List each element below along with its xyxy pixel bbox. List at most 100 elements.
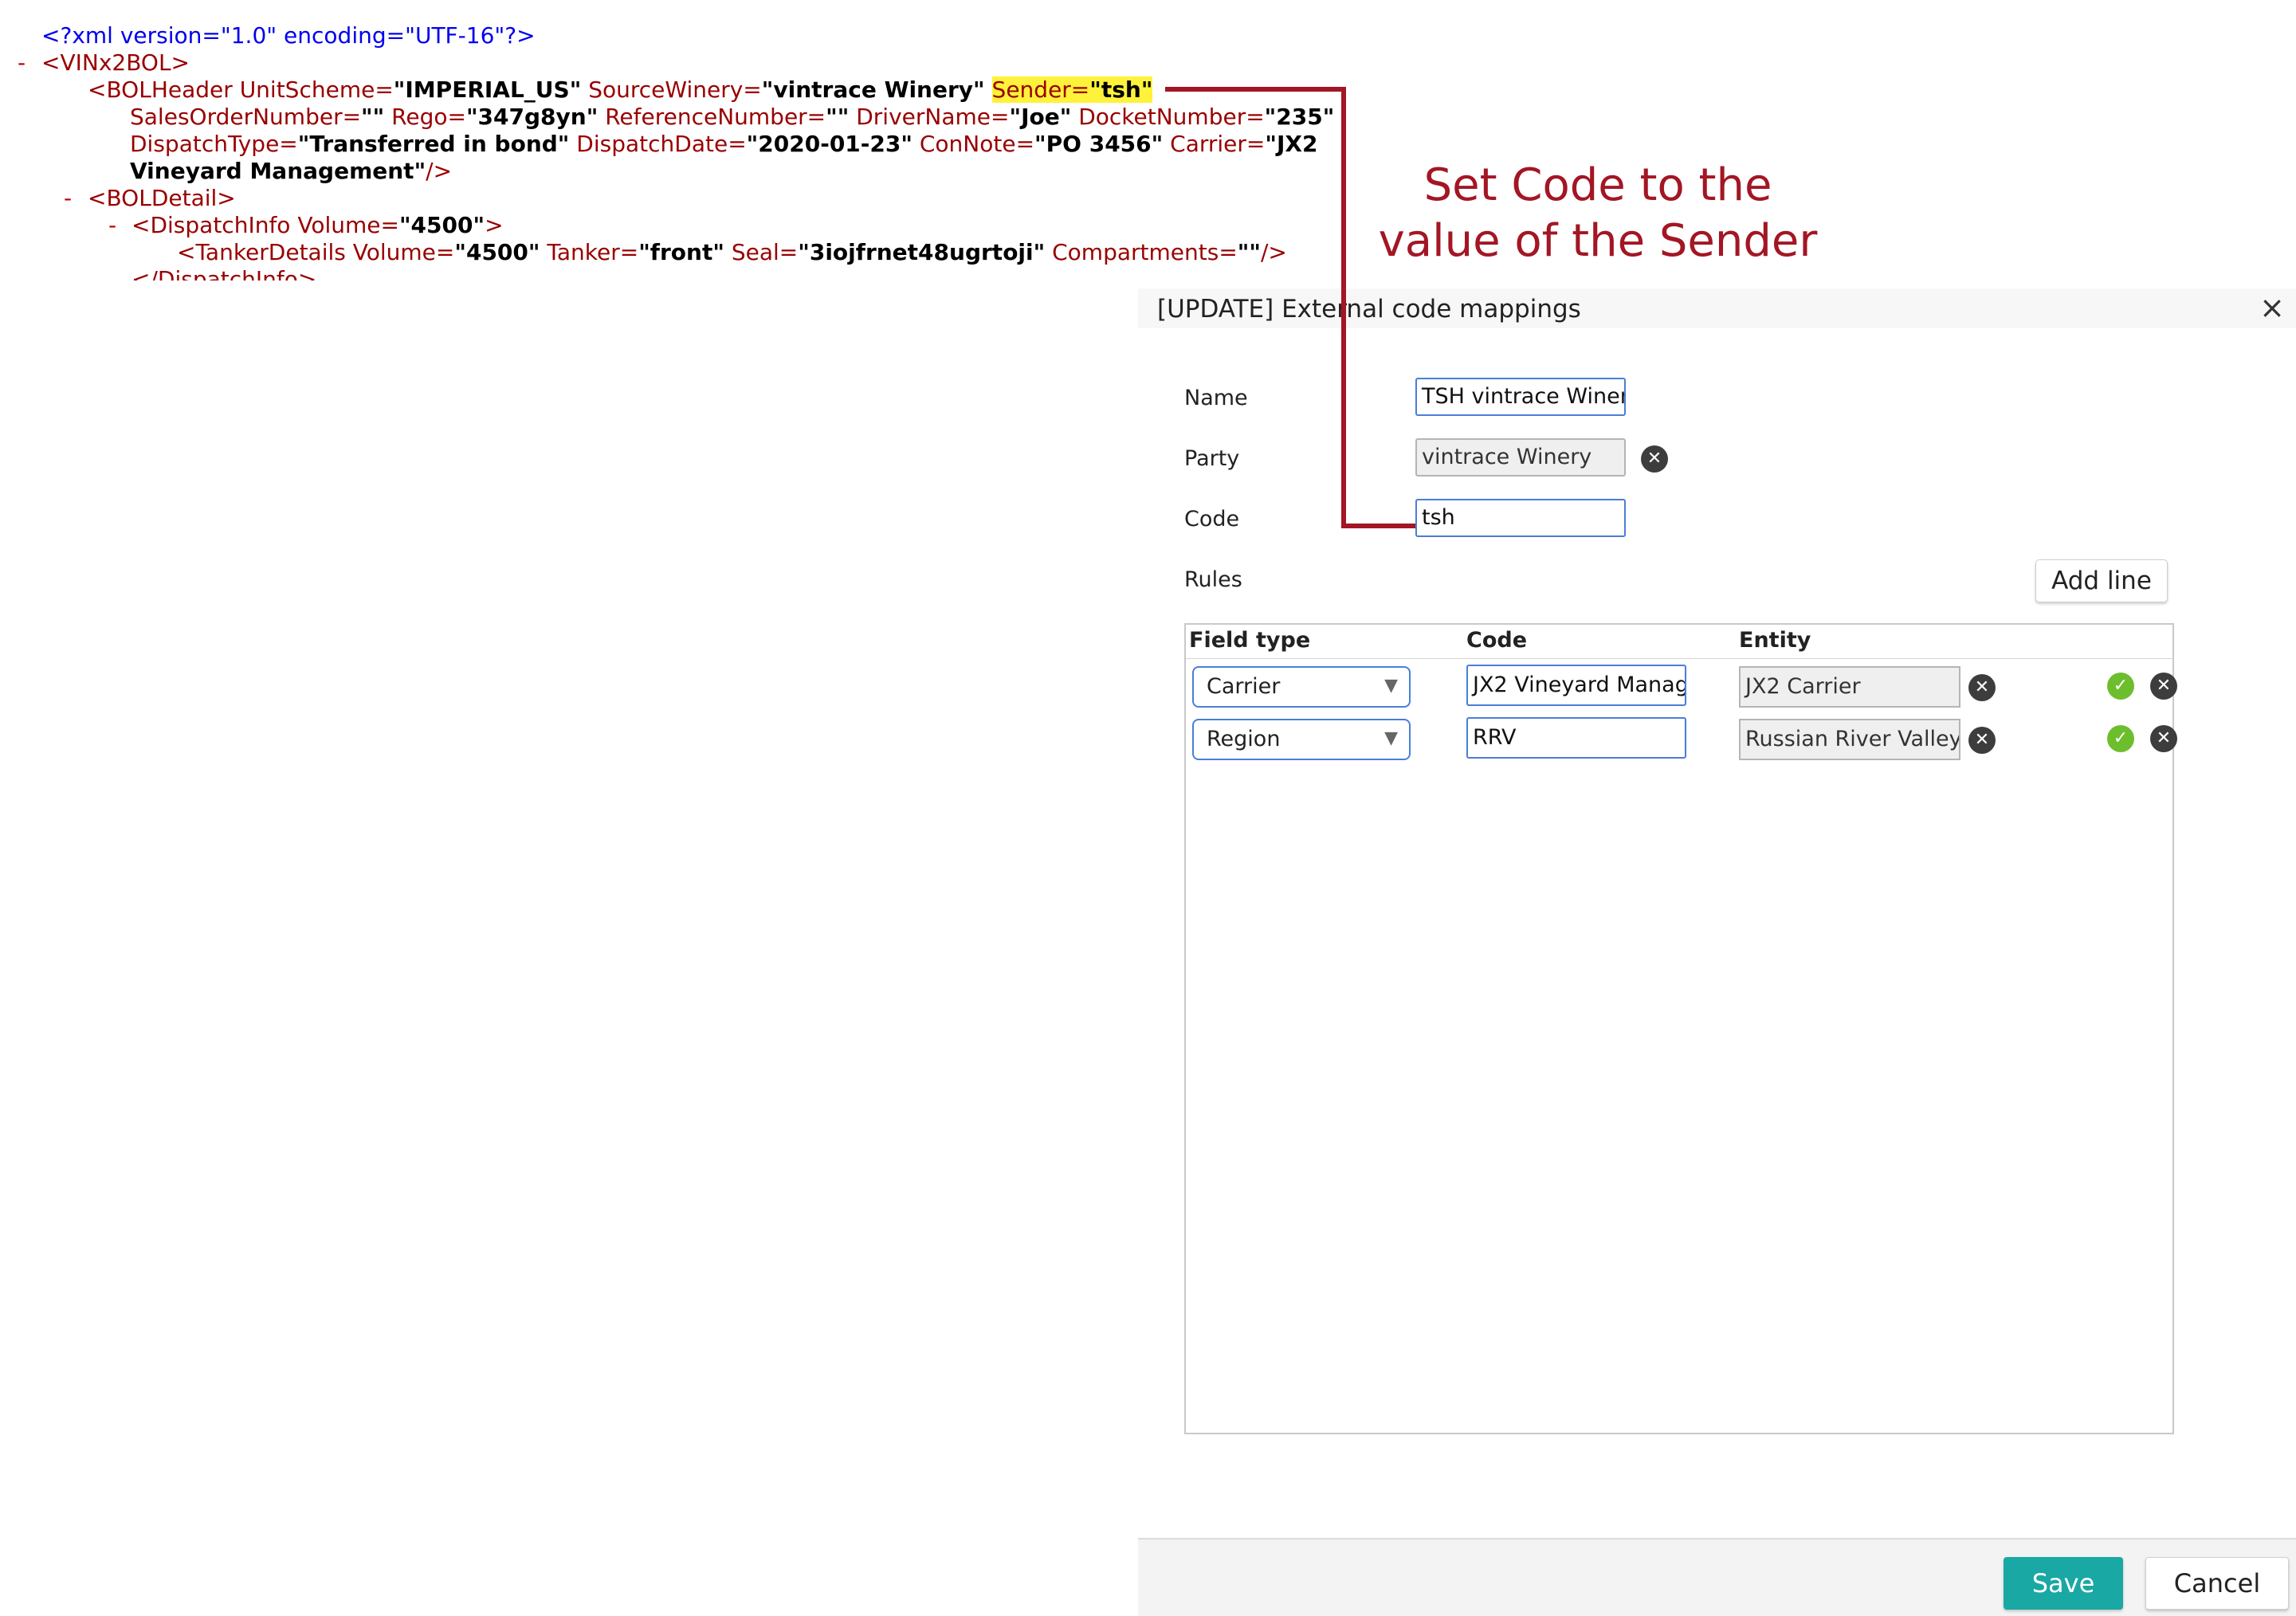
name-label: Name	[1184, 386, 1248, 410]
tankerdetails-tag: <TankerDetails	[177, 239, 346, 265]
val-tanker-volume: 4500	[465, 239, 528, 265]
xml-source-panel: <?xml version="1.0" encoding="UTF-16"?> …	[0, 0, 1355, 280]
xml-bolheader-line-3: DispatchType="Transferred in bond" Dispa…	[130, 131, 1317, 158]
quote: "	[712, 239, 724, 265]
quote: "	[798, 239, 810, 265]
attr-rego: Rego=	[391, 104, 466, 130]
quote: "	[372, 104, 385, 130]
quote: "	[1322, 104, 1335, 130]
rules-label: Rules	[1184, 567, 1242, 592]
quote: "	[297, 131, 310, 157]
close-icon[interactable]: ×	[2259, 292, 2285, 324]
val-dispatchtype: Transferred in bond	[309, 131, 558, 157]
val-carrier-part2: Vineyard Management	[130, 158, 414, 184]
sender-highlight: Sender="tsh"	[991, 76, 1153, 103]
val-driver: Joe	[1021, 104, 1060, 130]
attr-seal: Seal=	[731, 239, 799, 265]
attr-sourcewinery: SourceWinery=	[588, 76, 762, 103]
rule-entity-input: Russian River Valley	[1739, 719, 1960, 760]
save-button[interactable]: Save	[2004, 1557, 2123, 1610]
quote: "	[569, 76, 582, 103]
clear-party-icon[interactable]: ✕	[1641, 445, 1668, 473]
clear-entity-icon[interactable]: ✕	[1968, 674, 1996, 701]
xml-root-tag: <VINx2BOL>	[41, 49, 190, 76]
close-bracket: >	[485, 212, 504, 238]
quote: "	[837, 104, 850, 130]
party-label: Party	[1184, 446, 1240, 471]
annotation-callout: Set Code to the value of the Sender	[1307, 158, 1889, 269]
xml-bolheader-line-2: SalesOrderNumber="" Rego="347g8yn" Refer…	[130, 104, 1334, 131]
collapse-dispatchinfo-toggle[interactable]: -	[108, 212, 116, 239]
quote: "	[454, 239, 466, 265]
attr-carrier: Carrier=	[1170, 131, 1266, 157]
collapse-boldetail-toggle[interactable]: -	[64, 185, 72, 212]
annotation-line-1: Set Code to the	[1423, 159, 1772, 211]
val-tanker: front	[650, 239, 713, 265]
chevron-down-icon: ▼	[1384, 676, 1398, 696]
quote: "	[973, 76, 985, 103]
add-line-button[interactable]: Add line	[2035, 559, 2168, 602]
rule-code-input[interactable]: RRV	[1466, 717, 1686, 759]
attr-compartments: Compartments=	[1052, 239, 1238, 265]
quote: "	[901, 131, 913, 157]
annotation-line-2: value of the Sender	[1378, 215, 1818, 267]
xml-bolheader-line-1: <BOLHeader UnitScheme="IMPERIAL_US" Sour…	[88, 76, 1153, 104]
attr-dispatchtype: DispatchType=	[130, 131, 298, 157]
dialog-header: [UPDATE] External code mappings ×	[1138, 288, 2296, 328]
name-input[interactable]: TSH vintrace Winery	[1415, 378, 1626, 416]
collapse-root-toggle[interactable]: -	[18, 49, 26, 76]
quote: "	[1009, 104, 1022, 130]
field-type-value: Carrier	[1207, 674, 1281, 699]
confirm-check-icon[interactable]: ✓	[2107, 673, 2134, 700]
val-sourcewinery: vintrace Winery	[773, 76, 974, 103]
attr-sender: Sender=	[991, 76, 1090, 103]
header-divider	[1186, 658, 2172, 659]
field-type-select[interactable]: Region ▼	[1192, 719, 1411, 760]
attr-reference: ReferenceNumber=	[605, 104, 826, 130]
remove-row-icon[interactable]: ✕	[2150, 725, 2177, 752]
val-unitscheme: IMPERIAL_US	[405, 76, 570, 103]
val-carrier-part1: JX2	[1276, 131, 1318, 157]
xml-declaration: <?xml version="1.0" encoding="UTF-16"?>	[41, 22, 536, 49]
code-input[interactable]: tsh	[1415, 499, 1626, 537]
column-header-field-type: Field type	[1189, 628, 1311, 653]
quote: "	[1264, 104, 1277, 130]
column-header-code: Code	[1466, 628, 1528, 653]
remove-row-icon[interactable]: ✕	[2150, 673, 2177, 700]
confirm-check-icon[interactable]: ✓	[2107, 725, 2134, 752]
field-type-select[interactable]: Carrier ▼	[1192, 666, 1411, 708]
quote: "	[1089, 76, 1101, 103]
party-input: vintrace Winery	[1415, 438, 1626, 477]
attr-driver: DriverName=	[856, 104, 1010, 130]
attr-docket: DocketNumber=	[1078, 104, 1265, 130]
rule-code-input[interactable]: JX2 Vineyard Management	[1466, 665, 1686, 706]
cancel-button[interactable]: Cancel	[2145, 1557, 2289, 1610]
attr-unitscheme: UnitScheme=	[239, 76, 394, 103]
val-rego: 347g8yn	[477, 104, 587, 130]
attr-volume: Volume=	[297, 212, 399, 238]
attr-connote: ConNote=	[919, 131, 1035, 157]
quote: "	[1151, 131, 1164, 157]
dispatchinfo-tag: <DispatchInfo	[131, 212, 291, 238]
quote: "	[1140, 76, 1153, 103]
quote: "	[1265, 131, 1277, 157]
quote: "	[465, 104, 478, 130]
quote: "	[398, 212, 411, 238]
self-close: />	[1260, 239, 1287, 265]
quote: "	[1033, 239, 1046, 265]
quote: "	[761, 76, 774, 103]
clear-entity-icon[interactable]: ✕	[1968, 727, 1996, 754]
val-seal: 3iojfrnet48ugrtoji	[809, 239, 1034, 265]
code-label: Code	[1184, 507, 1240, 531]
xml-bolheader-line-4: Vineyard Management"/>	[130, 158, 452, 185]
val-dispatchdate: 2020-01-23	[758, 131, 901, 157]
quote: "	[1237, 239, 1250, 265]
quote: "	[746, 131, 759, 157]
quote: "	[638, 239, 650, 265]
dialog-title: [UPDATE] External code mappings	[1157, 295, 1581, 324]
quote: "	[528, 239, 540, 265]
attr-volume: Volume=	[352, 239, 455, 265]
xml-dispatchinfo-close: </DispatchInfo>	[131, 266, 317, 280]
quote: "	[361, 104, 373, 130]
quote: "	[1059, 104, 1072, 130]
